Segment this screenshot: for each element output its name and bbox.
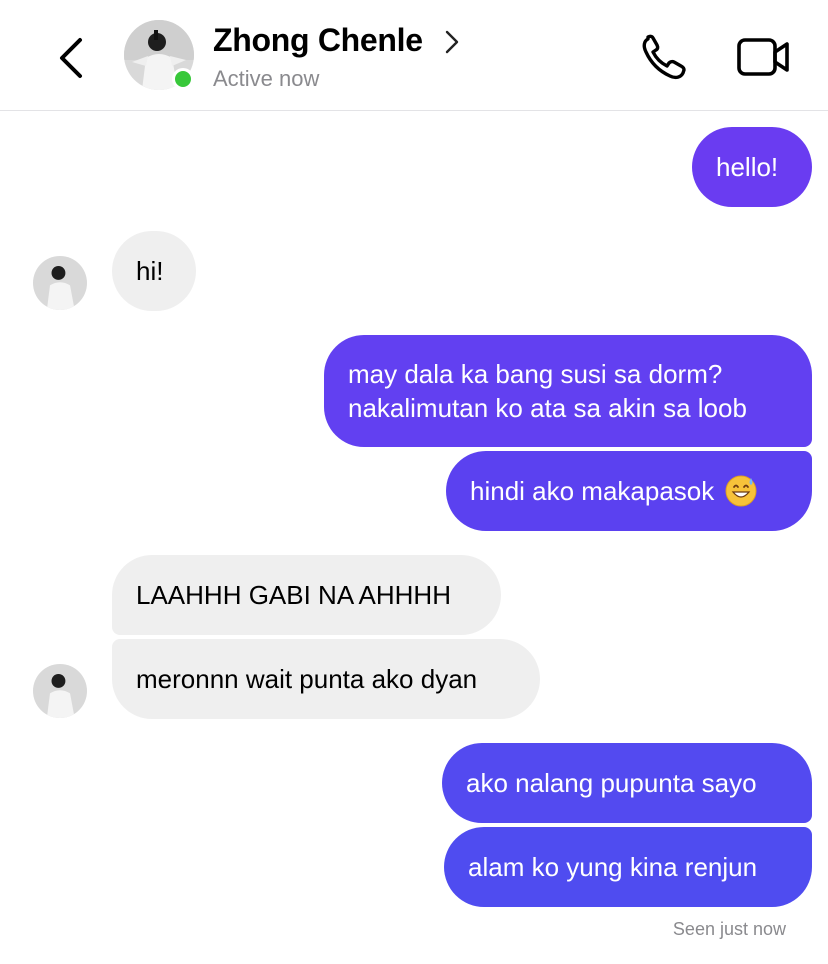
back-chevron-icon[interactable]	[52, 34, 92, 82]
grinning-sweat-emoji-icon	[725, 475, 757, 507]
contact-name[interactable]: Zhong Chenle	[213, 22, 423, 59]
message-bubble-outgoing[interactable]: ako nalang pupunta sayo	[442, 743, 812, 823]
message-text: LAAHHH GABI NA AHHHH	[136, 580, 451, 610]
phone-call-icon[interactable]	[640, 34, 690, 80]
chat-header: Zhong Chenle Active now	[0, 0, 828, 111]
seen-receipt: Seen just now	[672, 919, 786, 939]
message-text: alam ko yung kina renjun	[468, 852, 758, 882]
message-bubble-outgoing[interactable]: alam ko yung kina renjun	[444, 827, 812, 907]
message-text: ako nalang pupunta sayo	[466, 768, 757, 798]
message-bubble-incoming[interactable]: hi!	[112, 231, 196, 311]
contact-avatar[interactable]	[124, 20, 194, 90]
message-text: hi!	[136, 256, 164, 286]
message-bubble-outgoing[interactable]: hello!	[692, 127, 812, 207]
video-call-icon[interactable]	[736, 36, 790, 78]
profile-photo	[33, 664, 87, 718]
profile-photo	[33, 256, 87, 310]
message-text: hindi ako makapasok	[470, 476, 715, 506]
message-text: meronnn wait punta ako dyan	[136, 664, 478, 694]
contact-avatar-small[interactable]	[33, 664, 87, 718]
message-text-line: nakalimutan ko ata sa akin sa loob	[348, 393, 747, 423]
message-text: hello!	[716, 152, 779, 182]
chevron-right-icon[interactable]	[444, 29, 460, 55]
contact-avatar-small[interactable]	[33, 256, 87, 310]
message-bubble-incoming[interactable]: meronnn wait punta ako dyan	[112, 639, 540, 719]
message-text-line: may dala ka bang susi sa dorm?	[348, 359, 723, 389]
active-status: Active now	[213, 66, 320, 91]
message-bubble-outgoing[interactable]: may dala ka bang susi sa dorm? nakalimut…	[324, 335, 812, 447]
message-bubble-outgoing[interactable]: hindi ako makapasok	[446, 451, 812, 531]
online-status-dot	[172, 68, 194, 90]
message-bubble-incoming[interactable]: LAAHHH GABI NA AHHHH	[112, 555, 501, 635]
